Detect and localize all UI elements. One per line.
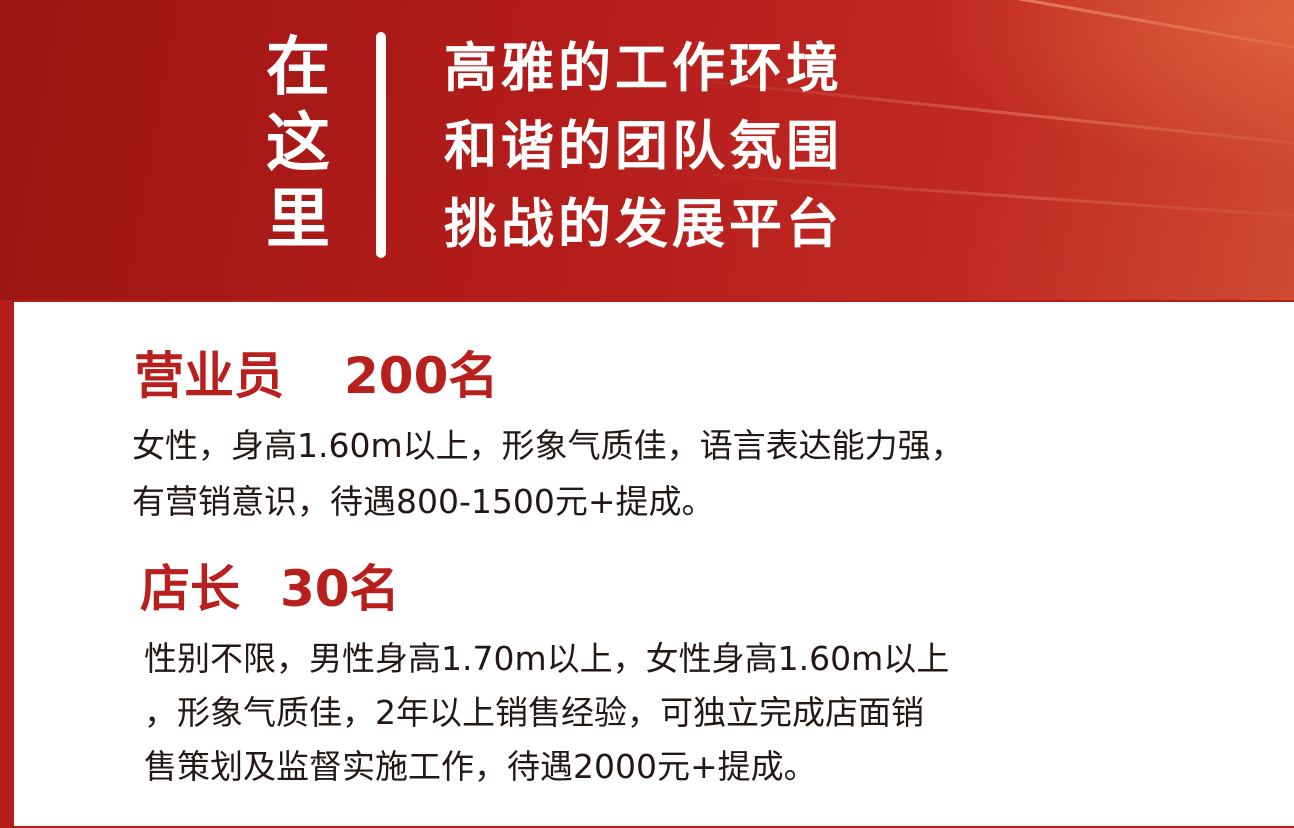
job-count: 30名 (280, 560, 400, 618)
description-line: 售策划及监督实施工作，待遇2000元+提成。 (144, 747, 817, 786)
vertical-char: 这 (266, 107, 330, 181)
vertical-divider (376, 32, 386, 258)
slogan-line: 高雅的工作环境 (444, 38, 843, 99)
job-description-salesclerk: 女性，身高1.60m以上，形象气质佳，语言表达能力强， 有营销意识，待遇800-… (132, 418, 964, 530)
slogan-line: 挑战的发展平台 (444, 194, 843, 255)
description-line: ，形象气质佳，2年以上销售经验，可独立完成店面销 (144, 693, 924, 732)
job-title-salesclerk: 营业员 200名 (134, 346, 498, 406)
job-role: 店长 (140, 560, 240, 618)
description-line: 性别不限，男性身高1.70m以上，女性身高1.60m以上 (144, 639, 950, 678)
job-role: 营业员 (134, 347, 284, 405)
job-count: 200名 (344, 347, 499, 405)
job-description-store-manager: 性别不限，男性身高1.70m以上，女性身高1.60m以上 ，形象气质佳，2年以上… (144, 632, 949, 794)
header-banner: 在 这 里 高雅的工作环境 和谐的团队氛围 挑战的发展平台 (0, 0, 1294, 300)
slogan-line: 和谐的团队氛围 (444, 116, 843, 177)
slogan-list: 高雅的工作环境 和谐的团队氛围 挑战的发展平台 (444, 30, 843, 264)
description-line: 有营销意识，待遇800-1500元+提成。 (132, 482, 715, 521)
vertical-heading: 在 这 里 (262, 30, 334, 258)
description-line: 女性，身高1.60m以上，形象气质佳，语言表达能力强， (132, 426, 964, 465)
vertical-char: 在 (266, 31, 330, 105)
job-title-store-manager: 店长 30名 (140, 559, 400, 619)
job-card: 营业员 200名 女性，身高1.60m以上，形象气质佳，语言表达能力强， 有营销意… (14, 302, 1294, 826)
vertical-char: 里 (266, 183, 330, 257)
